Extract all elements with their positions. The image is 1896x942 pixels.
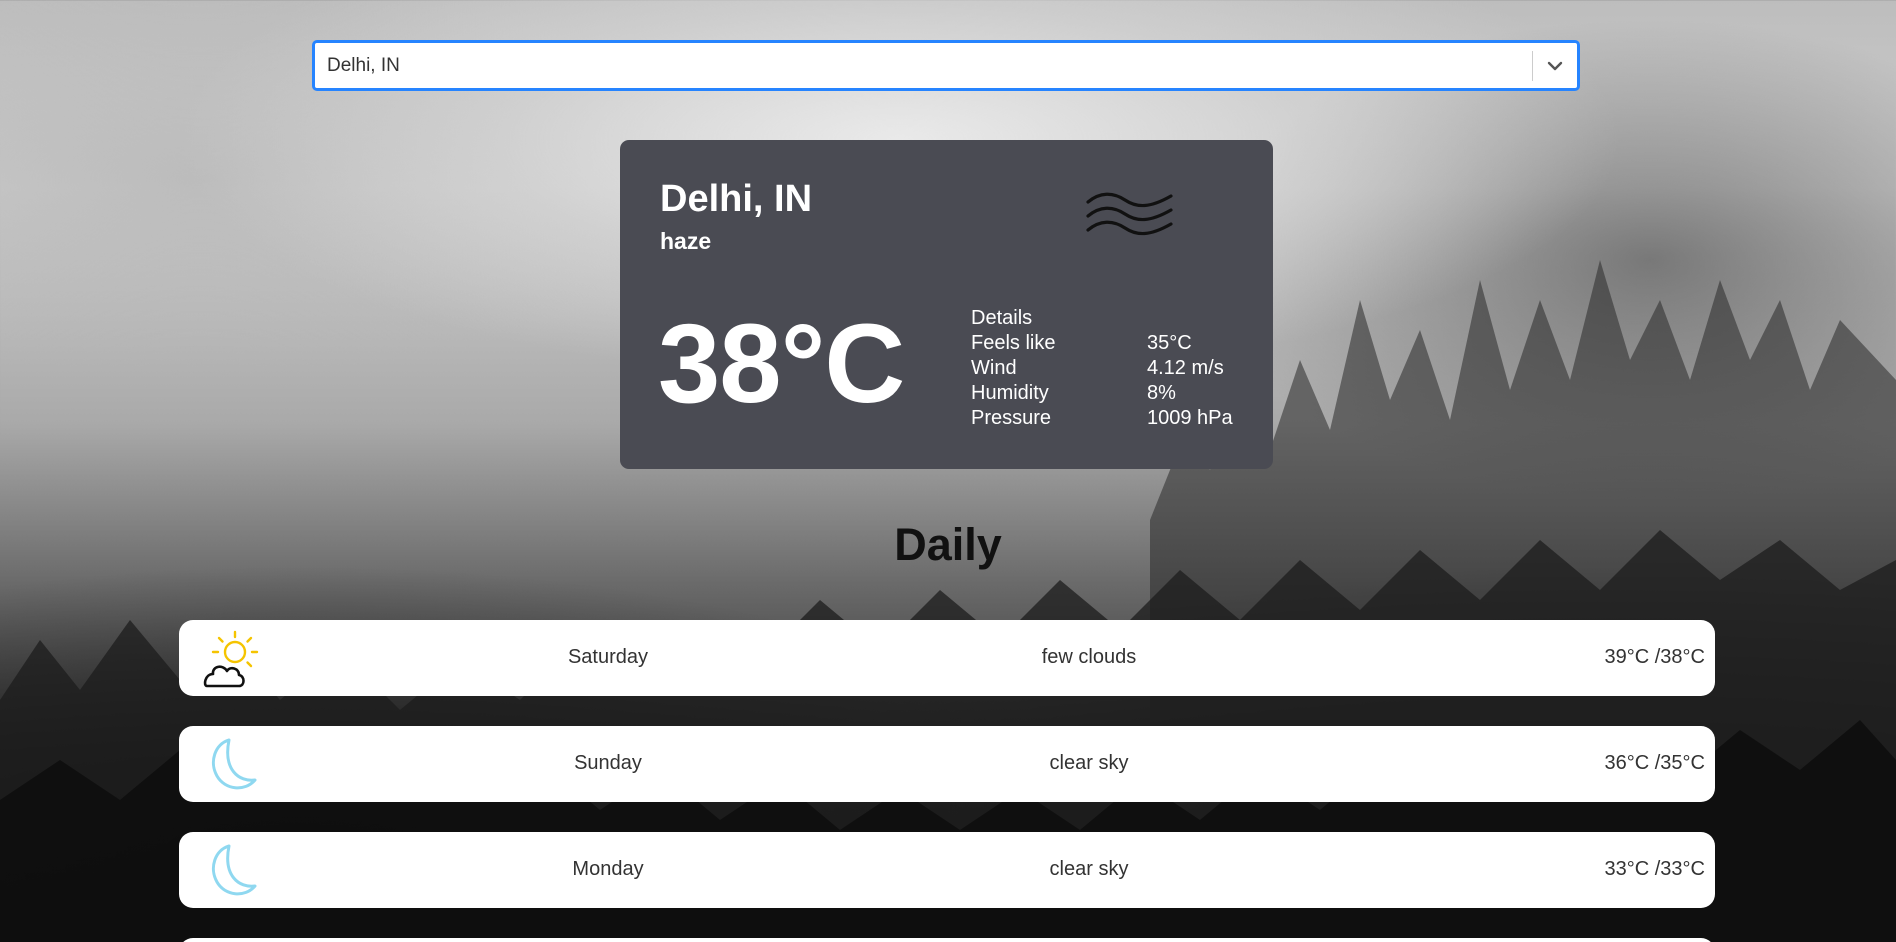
moon-icon (212, 844, 257, 896)
detail-value: 8% (1147, 382, 1176, 404)
forecast-row-partial[interactable] (179, 938, 1715, 942)
forecast-temperatures: 39°C /38°C (1604, 646, 1706, 668)
moon-icon (212, 738, 257, 790)
forecast-row[interactable]: Monday clear sky 33°C /33°C (179, 832, 1715, 908)
forecast-row[interactable]: Saturday few clouds 39°C /38°C (179, 620, 1715, 696)
weather-details: Details Feels like 35°C Wind 4.12 m/s Hu… (971, 306, 1233, 431)
detail-row-wind: Wind 4.12 m/s (971, 356, 1233, 381)
forecast-temperatures: 36°C /35°C (1604, 752, 1706, 774)
detail-label: Feels like (971, 332, 1056, 354)
detail-row-pressure: Pressure 1009 hPa (971, 406, 1233, 431)
forecast-day: Saturday (567, 646, 649, 668)
current-weather-card: Delhi, IN haze 38°C Details Feels like 3… (620, 140, 1273, 469)
haze-icon (1086, 192, 1173, 236)
detail-value: 1009 hPa (1147, 407, 1233, 429)
daily-heading: Daily (894, 519, 1002, 570)
details-title: Details (971, 307, 1033, 329)
current-temperature: 38°C (658, 301, 905, 426)
sun-cloud-icon (203, 630, 259, 688)
detail-row-humidity: Humidity 8% (971, 381, 1233, 406)
forecast-row[interactable]: Sunday clear sky 36°C /35°C (179, 726, 1715, 802)
forecast-description: clear sky (1049, 752, 1129, 774)
detail-label: Pressure (971, 407, 1052, 429)
detail-value: 35°C (1147, 332, 1192, 354)
detail-value: 4.12 m/s (1147, 357, 1224, 379)
forecast-day: Sunday (574, 752, 642, 774)
city-search-select[interactable]: Delhi, IN (313, 41, 1579, 90)
search-input[interactable]: Delhi, IN (315, 55, 1532, 77)
forecast-description: clear sky (1049, 858, 1129, 880)
forecast-day: Monday (572, 858, 644, 880)
forecast-temperatures: 33°C /33°C (1604, 858, 1706, 880)
chevron-down-icon[interactable] (1533, 43, 1577, 88)
forecast-description: few clouds (1041, 646, 1137, 668)
detail-label: Wind (971, 357, 1017, 379)
city-name: Delhi, IN (660, 178, 813, 220)
detail-label: Humidity (971, 382, 1049, 404)
detail-row-feels-like: Feels like 35°C (971, 331, 1233, 356)
weather-description: haze (660, 228, 712, 254)
